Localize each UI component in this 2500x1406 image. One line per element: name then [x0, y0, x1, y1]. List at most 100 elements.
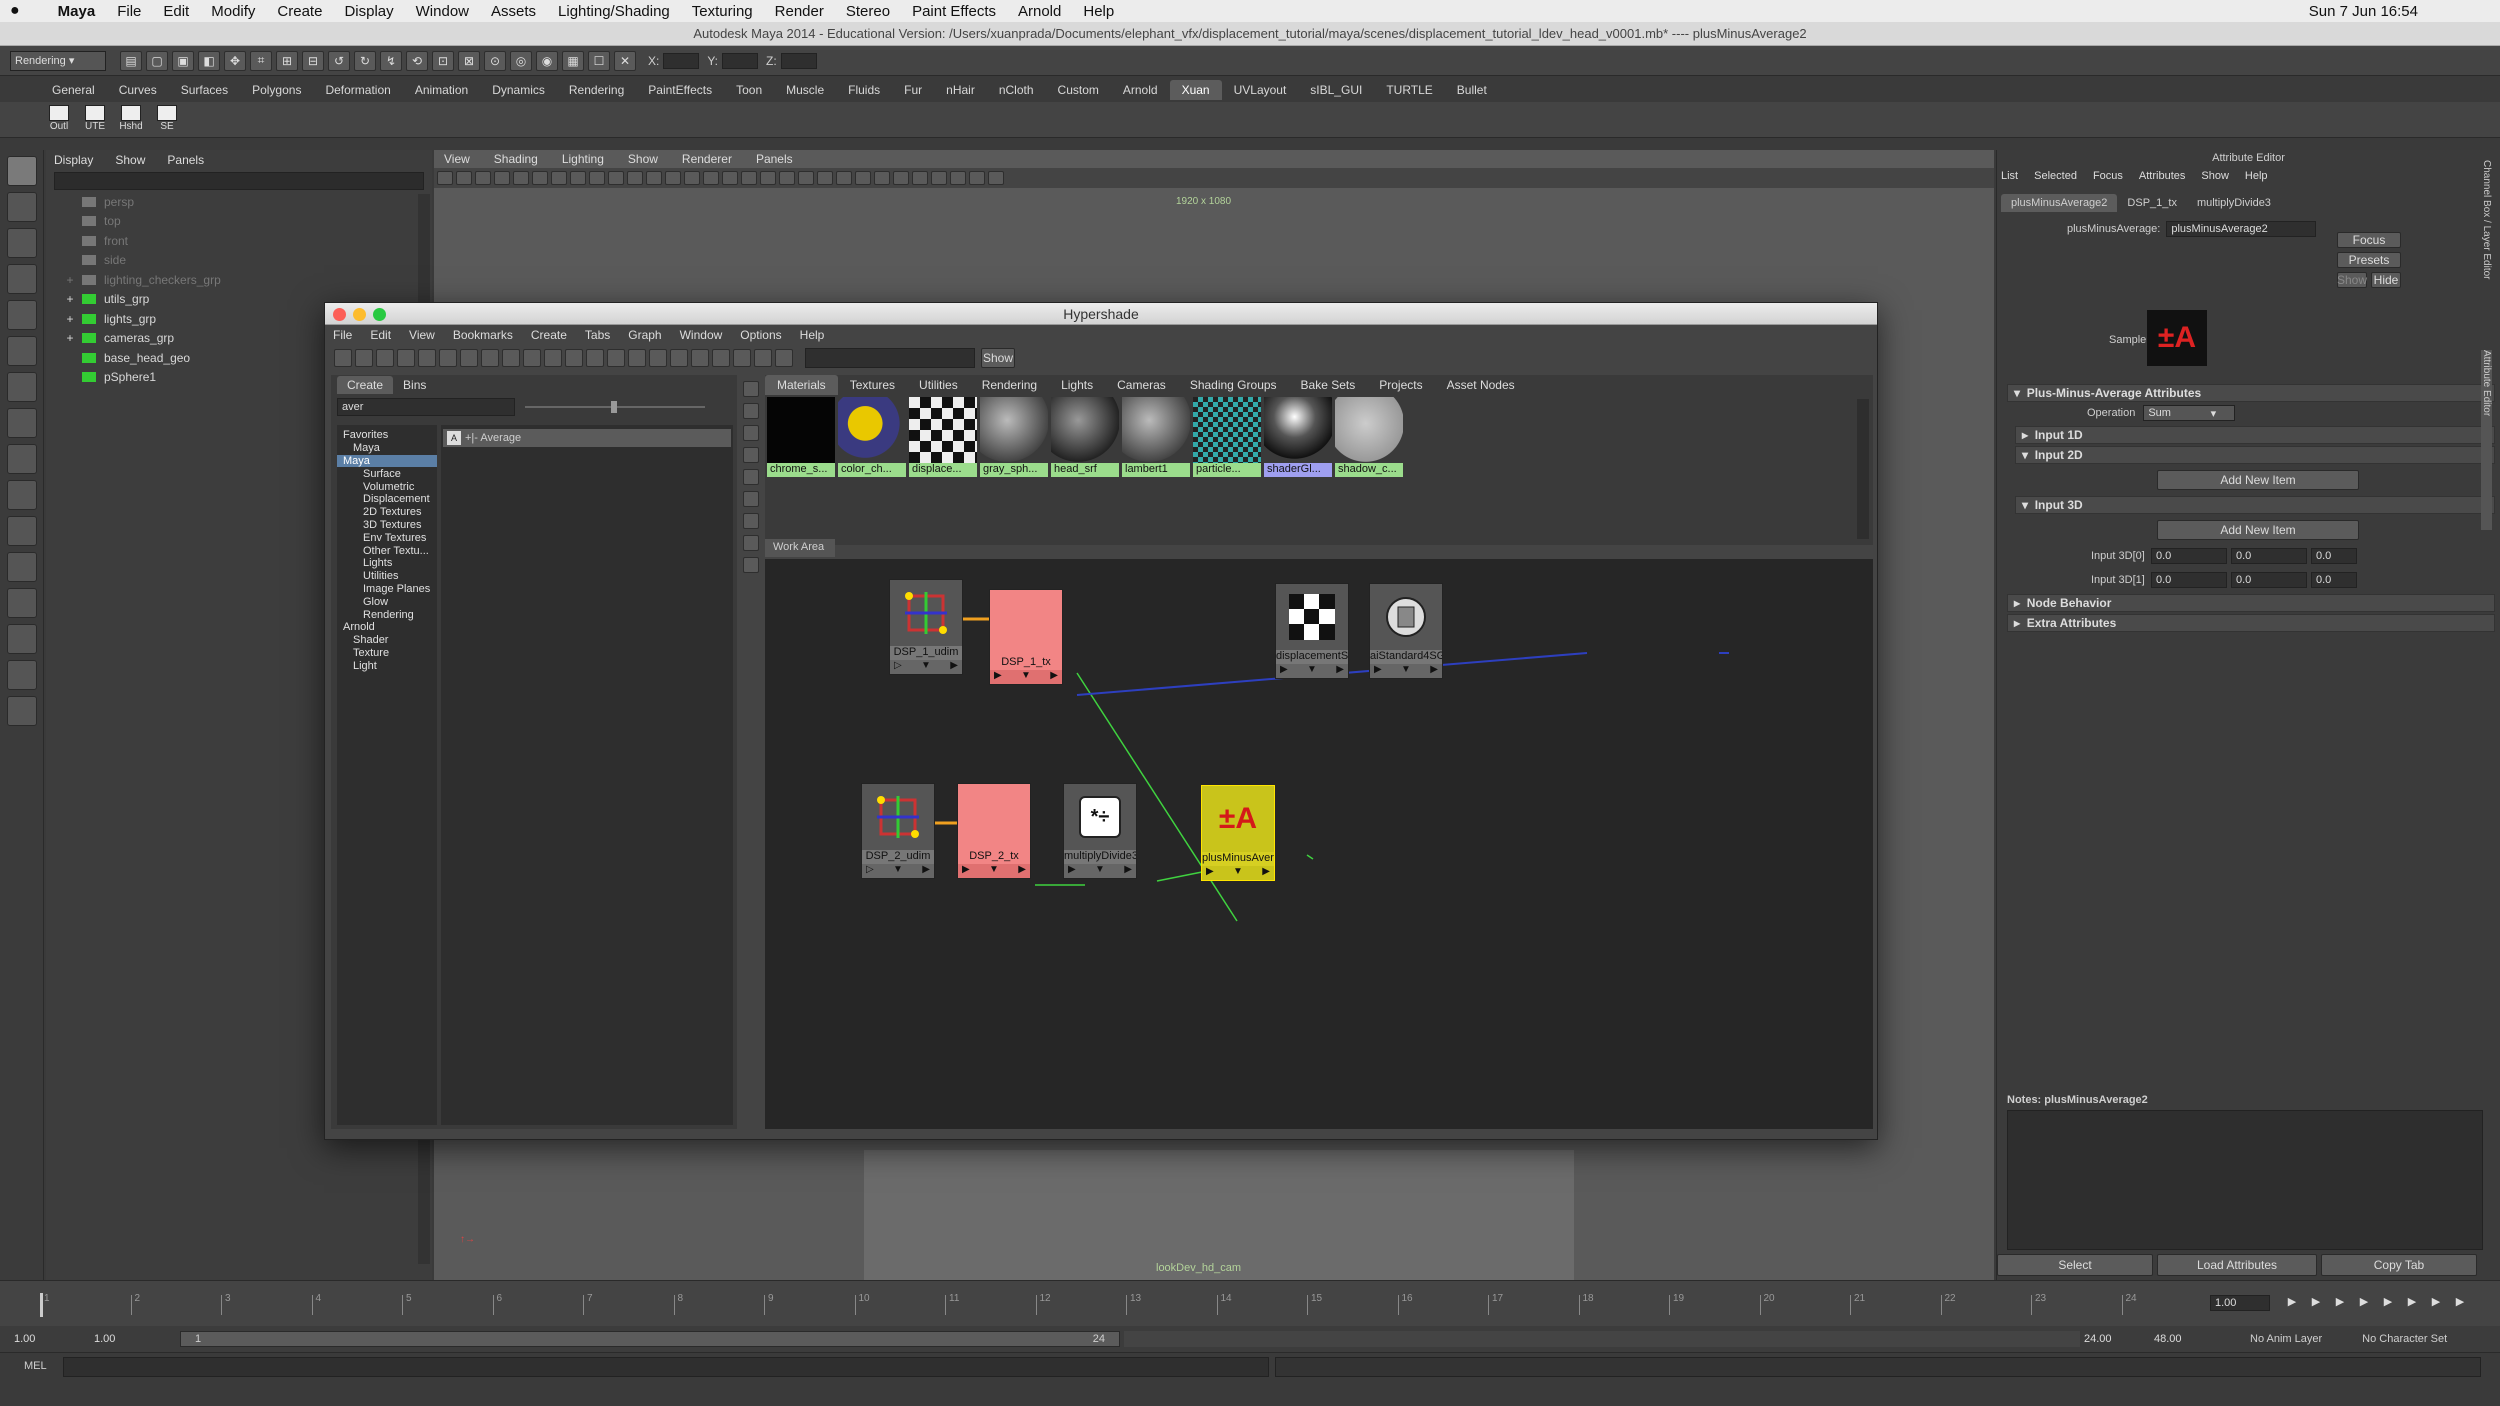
create-tree-item[interactable]: Env Textures: [337, 531, 437, 544]
input3d-0-x[interactable]: 0.0: [2151, 548, 2227, 564]
z-field[interactable]: [780, 52, 817, 69]
select-tool-icon[interactable]: [7, 156, 37, 186]
viewport-tool-icon[interactable]: [627, 171, 643, 185]
status-tool-18-icon[interactable]: ▦: [562, 50, 584, 71]
ae-menu-show[interactable]: Show: [2201, 170, 2229, 182]
hypershade-tool-icon[interactable]: [628, 349, 646, 367]
add-new-item-3d-button[interactable]: Add New Item: [2157, 520, 2359, 540]
shelf-tab-arnold[interactable]: Arnold: [1111, 80, 1170, 100]
ae-tab-multiplydivide3[interactable]: multiplyDivide3: [2187, 194, 2281, 212]
viewport-menu-shading[interactable]: Shading: [494, 152, 538, 166]
ae-menu-attributes[interactable]: Attributes: [2139, 170, 2185, 182]
viewport-tool-icon[interactable]: [874, 171, 890, 185]
status-tool-11-icon[interactable]: ↯: [380, 50, 402, 71]
operation-dropdown[interactable]: Sum ▾: [2143, 405, 2236, 421]
hypershade-tool-icon[interactable]: [565, 349, 583, 367]
create-tree-item[interactable]: Displacement: [337, 493, 437, 506]
hypershade-tool-icon[interactable]: [355, 349, 373, 367]
range-start-field[interactable]: 1.00: [10, 1331, 70, 1347]
copy-tab-button[interactable]: Copy Tab: [2321, 1254, 2477, 1276]
create-tree-item[interactable]: Volumetric: [337, 480, 437, 493]
hs-side-tool-icon[interactable]: [743, 469, 759, 485]
section-input-2d[interactable]: ▾ Input 2D: [2015, 446, 2495, 464]
minimize-icon[interactable]: [353, 308, 366, 321]
shelf-button-se[interactable]: SE: [152, 104, 182, 135]
hypershade-tool-icon[interactable]: [334, 349, 352, 367]
viewport-tool-icon[interactable]: [893, 171, 909, 185]
hs-menu-view[interactable]: View: [409, 328, 435, 342]
shelf-tab-fluids[interactable]: Fluids: [836, 80, 892, 100]
input3d-0-z[interactable]: 0.0: [2311, 548, 2357, 564]
shelf-tab-polygons[interactable]: Polygons: [240, 80, 313, 100]
focus-button[interactable]: Focus: [2337, 232, 2401, 248]
prev-frame-icon[interactable]: ▶: [2328, 1295, 2352, 1308]
status-tool-1-icon[interactable]: ▤: [120, 50, 142, 71]
node-dsp2-tx[interactable]: DSP_2_tx ▶ ▼ ▶: [957, 783, 1031, 879]
layout-graph-tool-icon[interactable]: [7, 588, 37, 618]
shelf-tab-fur[interactable]: Fur: [892, 80, 934, 100]
work-area-graph[interactable]: DSP_1_udim ▷ ▼ ▶ DSP_1_tx ▶ ▼ ▶ displacement…: [765, 559, 1873, 1129]
side-tab-2[interactable]: Attribute Editor: [2481, 350, 2492, 530]
ae-menu-selected[interactable]: Selected: [2034, 170, 2077, 182]
material-tab-textures[interactable]: Textures: [838, 375, 907, 395]
expand-icon[interactable]: +: [58, 312, 82, 326]
section-plus-minus-average[interactable]: ▾ Plus-Minus-Average Attributes: [2007, 384, 2495, 402]
materials-scrollbar[interactable]: [1857, 399, 1869, 539]
character-set-menu[interactable]: No Character Set: [2362, 1333, 2447, 1345]
viewport-tool-icon[interactable]: [931, 171, 947, 185]
hypershade-tool-icon[interactable]: [754, 349, 772, 367]
playback-start-field[interactable]: 1.00: [90, 1331, 150, 1347]
viewport-tool-icon[interactable]: [950, 171, 966, 185]
close-icon[interactable]: [333, 308, 346, 321]
mac-menu-modify[interactable]: Modify: [211, 3, 255, 20]
shelf-button-outl[interactable]: Outl: [44, 104, 74, 135]
node-plus-minus-average[interactable]: ±A plusMinusAverag... ▶▼▶: [1201, 785, 1275, 881]
move-tool-icon[interactable]: [7, 264, 37, 294]
viewport-tool-icon[interactable]: [570, 171, 586, 185]
mac-menu-file[interactable]: File: [117, 3, 141, 20]
hypershade-title-bar[interactable]: Hypershade: [325, 303, 1877, 325]
viewport-tool-icon[interactable]: [589, 171, 605, 185]
viewport-tool-icon[interactable]: [722, 171, 738, 185]
current-frame-field[interactable]: 1.00: [2210, 1295, 2270, 1311]
viewport-menu-show[interactable]: Show: [628, 152, 658, 166]
presets-button[interactable]: Presets: [2337, 252, 2401, 268]
viewport-tool-icon[interactable]: [532, 171, 548, 185]
hs-side-tool-icon[interactable]: [743, 403, 759, 419]
play-frame-icon[interactable]: ▶: [2376, 1295, 2400, 1308]
shelf-tab-xuan[interactable]: Xuan: [1169, 80, 1222, 100]
status-tool-7-icon[interactable]: ⊞: [276, 50, 298, 71]
hypershade-show-button[interactable]: Show: [981, 348, 1015, 368]
hs-menu-window[interactable]: Window: [680, 328, 723, 342]
hs-menu-options[interactable]: Options: [740, 328, 781, 342]
select-button[interactable]: Select: [1997, 1254, 2153, 1276]
node-dsp1-tx[interactable]: DSP_1_tx ▶ ▼ ▶: [989, 589, 1063, 685]
input3d-1-x[interactable]: 0.0: [2151, 572, 2227, 588]
create-tree-item[interactable]: Favorites: [337, 429, 437, 442]
ae-menu-focus[interactable]: Focus: [2093, 170, 2123, 182]
zoom-icon[interactable]: [373, 308, 386, 321]
hs-side-tool-icon[interactable]: [743, 381, 759, 397]
lasso-tool-icon[interactable]: [7, 192, 37, 222]
viewport-menu-panels[interactable]: Panels: [756, 152, 793, 166]
status-tool-9-icon[interactable]: ↺: [328, 50, 350, 71]
mac-menu-window[interactable]: Window: [416, 3, 469, 20]
create-tree-item[interactable]: 3D Textures: [337, 519, 437, 532]
hs-menu-bookmarks[interactable]: Bookmarks: [453, 328, 513, 342]
y-field[interactable]: [722, 52, 759, 69]
mac-menu-lightingshading[interactable]: Lighting/Shading: [558, 3, 670, 20]
create-tree-item[interactable]: Glow: [337, 595, 437, 608]
ae-tab-plusminusaverage2[interactable]: plusMinusAverage2: [2001, 194, 2118, 212]
outliner-menu-panels[interactable]: Panels: [167, 153, 204, 167]
viewport-tool-icon[interactable]: [741, 171, 757, 185]
hs-menu-file[interactable]: File: [333, 328, 352, 342]
scale-tool-icon[interactable]: [7, 336, 37, 366]
status-tool-3-icon[interactable]: ▣: [172, 50, 194, 71]
hypershade-tool-icon[interactable]: [376, 349, 394, 367]
outliner-item[interactable]: top: [82, 212, 432, 232]
mac-menu-maya[interactable]: Maya: [58, 3, 96, 20]
create-tree-item[interactable]: Texture: [337, 647, 437, 660]
material-swatch[interactable]: color_ch...: [838, 397, 906, 477]
status-tool-12-icon[interactable]: ⟲: [406, 50, 428, 71]
material-tab-cameras[interactable]: Cameras: [1105, 375, 1178, 395]
